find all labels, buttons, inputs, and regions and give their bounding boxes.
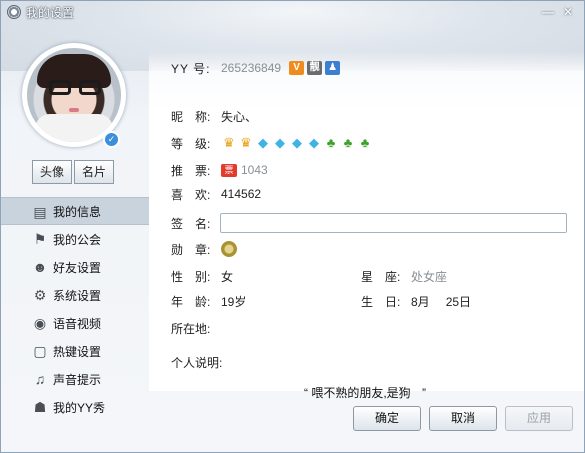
likes-row: 喜 欢: 414562 [171,185,261,203]
gear-icon: ⚙ [33,286,47,303]
bio-row: 个人说明: [171,353,241,371]
sidebar-item-label: 系统设置 [53,288,102,303]
close-button[interactable]: ✕ [560,5,576,19]
avatar-scarf [35,114,113,142]
diamond-icon: ◆ [292,135,302,150]
settings-gear-icon [7,5,21,19]
pretty-number-badge-icon[interactable]: 靓 [307,61,323,75]
gender-value: 女 [221,269,234,284]
vip-badge-icon[interactable]: V [289,61,305,75]
sidebar-item-label: 热键设置 [53,344,102,359]
profile-content: YY 号: 265236849 V 靓 ♟ 昵 称: 失心、 等 级: ♛ ♛ … [149,23,584,452]
nickname-value: 失心、 [221,109,258,124]
medal-row: 勋 章: [171,240,237,258]
crown-icon: ♛ [240,135,252,150]
yy-number-row: YY 号: 265236849 V 靓 ♟ [171,59,341,77]
minimize-button[interactable]: — [540,5,556,19]
music-note-icon: ♫ [34,371,46,387]
diamond-icon: ◆ [309,135,319,150]
age-label: 年 龄: [171,294,211,309]
leaf-icon: ♣ [326,135,336,150]
birthday-month: 8月 [411,294,430,309]
likes-value: 414562 [221,187,262,201]
sidebar-item-label: 声音提示 [53,372,102,387]
avatar-lips [69,108,79,112]
title-bar: 我的设置 [1,1,584,23]
window-title: 我的设置 [26,5,75,20]
zodiac-label: 星 座: [361,269,401,284]
wardrobe-icon: ☗ [33,398,47,415]
signature-row: 签 名: [171,214,221,232]
medal-label: 勋 章: [171,242,211,257]
webcam-icon: ◉ [33,314,47,331]
avatar[interactable] [27,48,121,142]
avatar-button[interactable]: 头像 [32,160,72,184]
bio-value: 喂不熟的朋友,是狗 [311,386,411,400]
flag-icon: ⚑ [33,230,47,247]
settings-window: 我的设置 — ✕ ✓ 头像 名片 ▤ 我的信息 ⚑ 我的公会 ☻ 好友设置 ⚙ … [0,0,585,453]
apply-button[interactable]: 应用 [505,406,573,431]
birthday-label: 生 日: [361,294,401,309]
id-card-icon: ▤ [33,203,47,220]
zodiac-value: 处女座 [411,269,448,284]
bird-badge-icon: ✓ [103,131,120,148]
hotkey-icon: ▢ [33,342,47,359]
sidebar-item-sound-alerts[interactable]: ♫ 声音提示 [1,365,149,393]
quote-open-icon: “ [304,386,308,400]
leaf-icon: ♣ [360,135,370,150]
sidebar: ✓ 头像 名片 ▤ 我的信息 ⚑ 我的公会 ☻ 好友设置 ⚙ 系统设置 ◉ 语音… [1,23,149,452]
settings-nav: ▤ 我的信息 ⚑ 我的公会 ☻ 好友设置 ⚙ 系统设置 ◉ 语音视频 ▢ 热键设… [1,197,149,421]
sidebar-item-voice-video[interactable]: ◉ 语音视频 [1,309,149,337]
level-label: 等 级: [171,136,211,151]
yy-number-label: YY 号: [171,61,211,76]
level-icons[interactable]: ♛ ♛ ◆ ◆ ◆ ◆ ♣ ♣ ♣ [221,135,374,151]
friend-settings-icon: ☻ [32,259,48,275]
birthday-day: 25日 [445,294,472,309]
cancel-button[interactable]: 取消 [429,406,497,431]
sidebar-item-label: 我的YY秀 [53,400,106,415]
sidebar-item-label: 我的信息 [53,204,102,219]
votes-row: 推 票: 票 1043 [171,161,268,179]
votes-label: 推 票: [171,163,211,178]
medal-icon[interactable] [221,241,237,257]
location-label: 所在地: [171,321,211,336]
sidebar-item-system-settings[interactable]: ⚙ 系统设置 [1,281,149,309]
diamond-icon: ◆ [275,135,285,150]
sidebar-item-label: 语音视频 [53,316,102,331]
location-row: 所在地: [171,319,221,337]
ok-button[interactable]: 确定 [353,406,421,431]
bio-label: 个人说明: [171,355,223,370]
crown-icon: ♛ [223,135,235,150]
likes-label: 喜 欢: [171,187,211,202]
diamond-icon: ◆ [258,135,268,150]
zodiac-row: 星 座: 处女座 [361,267,447,285]
level-row: 等 级: ♛ ♛ ◆ ◆ ◆ ◆ ♣ ♣ ♣ [171,134,374,152]
gender-row: 性 别: 女 [171,267,233,285]
user-card-badge-icon[interactable]: ♟ [325,61,341,75]
age-value: 19岁 [221,294,247,309]
signature-label: 签 名: [171,216,211,231]
birthday-row: 生 日: 8月 25日 [361,292,471,310]
avatar-glasses [49,80,101,96]
gender-label: 性 别: [171,269,211,284]
age-row: 年 龄: 19岁 [171,292,246,310]
ticket-icon: 票 [221,163,237,177]
sidebar-item-friend-settings[interactable]: ☻ 好友设置 [1,253,149,281]
avatar-buttons: 头像 名片 [32,160,114,184]
sidebar-item-yy-show[interactable]: ☗ 我的YY秀 [1,393,149,421]
bio-text: “ 喂不熟的朋友,是狗 ” [304,384,426,401]
signature-input[interactable] [220,213,567,233]
votes-value: 1043 [241,163,268,177]
quote-close-icon: ” [422,386,427,400]
sidebar-item-my-guild[interactable]: ⚑ 我的公会 [1,225,149,253]
nickname-label: 昵 称: [171,109,211,124]
sidebar-item-label: 好友设置 [53,260,102,275]
nickname-row: 昵 称: 失心、 [171,107,257,125]
leaf-icon: ♣ [343,135,353,150]
sidebar-item-my-info[interactable]: ▤ 我的信息 [1,197,149,225]
yy-number-value: 265236849 [221,61,282,75]
sidebar-item-hotkeys[interactable]: ▢ 热键设置 [1,337,149,365]
card-button[interactable]: 名片 [74,160,114,184]
sidebar-item-label: 我的公会 [53,232,102,247]
